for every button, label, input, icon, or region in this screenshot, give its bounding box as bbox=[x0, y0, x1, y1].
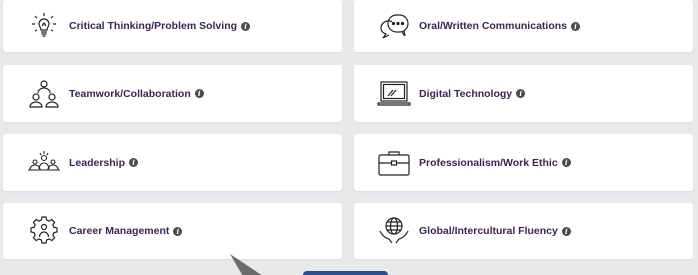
card-label: Career Management i bbox=[69, 225, 183, 237]
info-icon[interactable]: i bbox=[561, 158, 571, 167]
card-career-management[interactable]: Career Management i bbox=[3, 203, 342, 259]
card-critical-thinking[interactable]: Critical Thinking/Problem Solving i bbox=[3, 0, 342, 52]
info-icon[interactable]: i bbox=[173, 226, 183, 236]
card-label: Professionalism/Work Ethic i bbox=[419, 157, 571, 169]
card-global-intercultural-fluency[interactable]: Global/Intercultural Fluency i bbox=[354, 203, 693, 259]
card-professionalism-work-ethic[interactable]: Professionalism/Work Ethic i bbox=[354, 134, 693, 191]
card-label: Oral/Written Communications i bbox=[419, 20, 580, 32]
lightbulb-icon bbox=[26, 8, 62, 44]
speech-bubbles-icon bbox=[376, 8, 412, 44]
card-label: Digital Technology i bbox=[419, 88, 526, 100]
card-label: Teamwork/Collaboration i bbox=[69, 88, 204, 100]
gear-person-icon bbox=[26, 213, 62, 249]
info-icon[interactable]: i bbox=[194, 89, 204, 98]
card-teamwork-collaboration[interactable]: Teamwork/Collaboration i bbox=[3, 65, 342, 122]
card-label: Critical Thinking/Problem Solving i bbox=[69, 20, 251, 32]
info-icon[interactable]: i bbox=[571, 21, 580, 31]
card-leadership[interactable]: Leadership i bbox=[3, 134, 342, 191]
info-icon[interactable]: i bbox=[129, 158, 139, 167]
cursor-arrow-icon bbox=[230, 254, 262, 275]
globe-hands-icon bbox=[376, 213, 412, 249]
info-icon[interactable]: i bbox=[516, 89, 526, 98]
card-label: Leadership i bbox=[69, 157, 139, 169]
briefcase-icon bbox=[376, 145, 412, 181]
team-icon bbox=[26, 76, 62, 112]
card-label: Global/Intercultural Fluency i bbox=[419, 225, 571, 237]
bottom-button[interactable] bbox=[303, 271, 388, 275]
card-oral-written-communications[interactable]: Oral/Written Communications i bbox=[354, 0, 693, 52]
info-icon[interactable]: i bbox=[561, 226, 571, 236]
info-icon[interactable]: i bbox=[241, 21, 251, 31]
laptop-icon bbox=[376, 76, 412, 112]
leadership-group-icon bbox=[26, 145, 62, 181]
card-digital-technology[interactable]: Digital Technology i bbox=[354, 65, 693, 122]
